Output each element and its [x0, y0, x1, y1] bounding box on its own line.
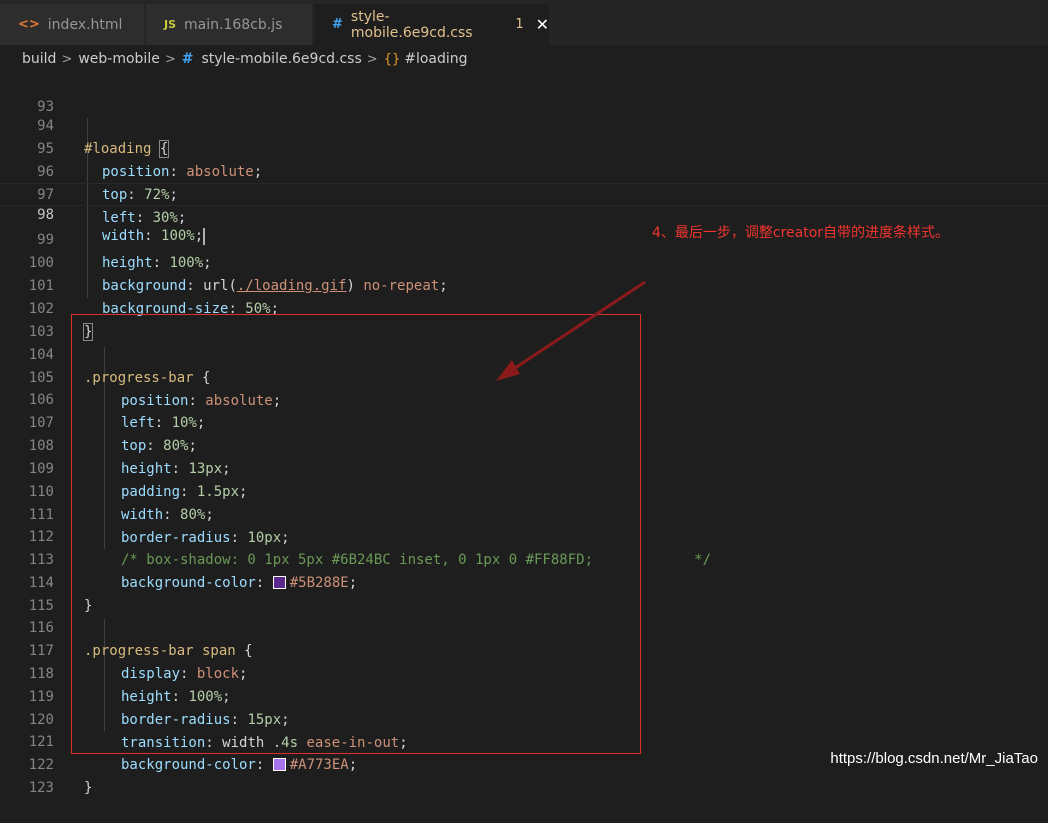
close-brace: }: [84, 780, 93, 796]
watermark: https://blog.csdn.net/Mr_JiaTao: [830, 750, 1038, 767]
line-number: 123: [28, 780, 54, 796]
annotation-note: 4、最后一步，调整creator自带的进度条样式。: [652, 225, 950, 241]
annotation-arrow: [496, 280, 646, 381]
